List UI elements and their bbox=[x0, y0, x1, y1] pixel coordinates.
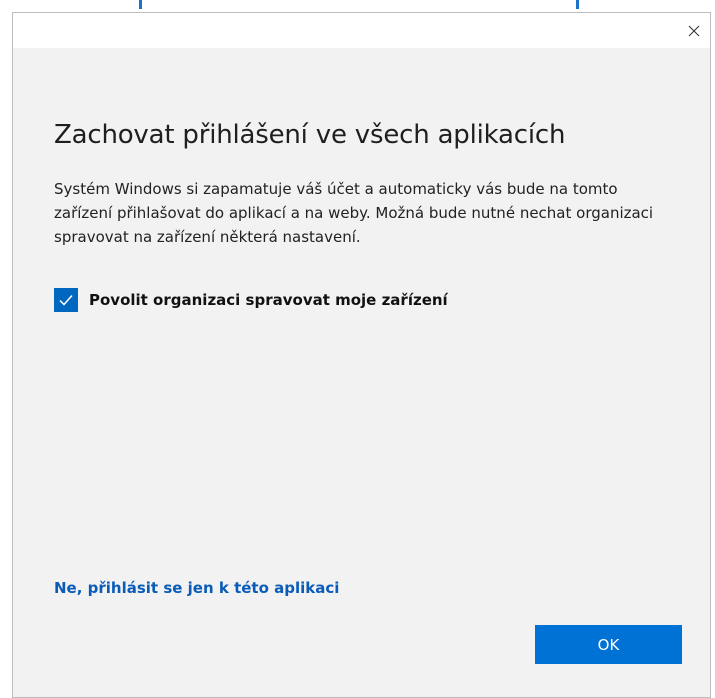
background-window-strip bbox=[0, 0, 715, 12]
background-accent-mark bbox=[139, 0, 142, 9]
this-app-only-link[interactable]: Ne, přihlásit se jen k této aplikaci bbox=[54, 579, 339, 597]
manage-device-checkbox-label: Povolit organizaci spravovat moje zaříze… bbox=[89, 291, 448, 309]
dialog-description: Systém Windows si zapamatuje váš účet a … bbox=[54, 180, 654, 246]
manage-device-checkbox-row[interactable]: Povolit organizaci spravovat moje zaříze… bbox=[54, 288, 448, 312]
dialog-title: Zachovat přihlášení ve všech aplikacích bbox=[54, 120, 566, 150]
close-icon bbox=[688, 25, 700, 36]
title-bar bbox=[13, 13, 710, 48]
close-button[interactable] bbox=[680, 13, 708, 48]
checkmark-icon bbox=[59, 295, 73, 306]
sign-in-dialog: Zachovat přihlášení ve všech aplikacích … bbox=[12, 12, 711, 698]
manage-device-checkbox[interactable] bbox=[54, 288, 78, 312]
ok-button[interactable]: OK bbox=[535, 625, 682, 664]
background-accent-mark bbox=[576, 0, 579, 9]
